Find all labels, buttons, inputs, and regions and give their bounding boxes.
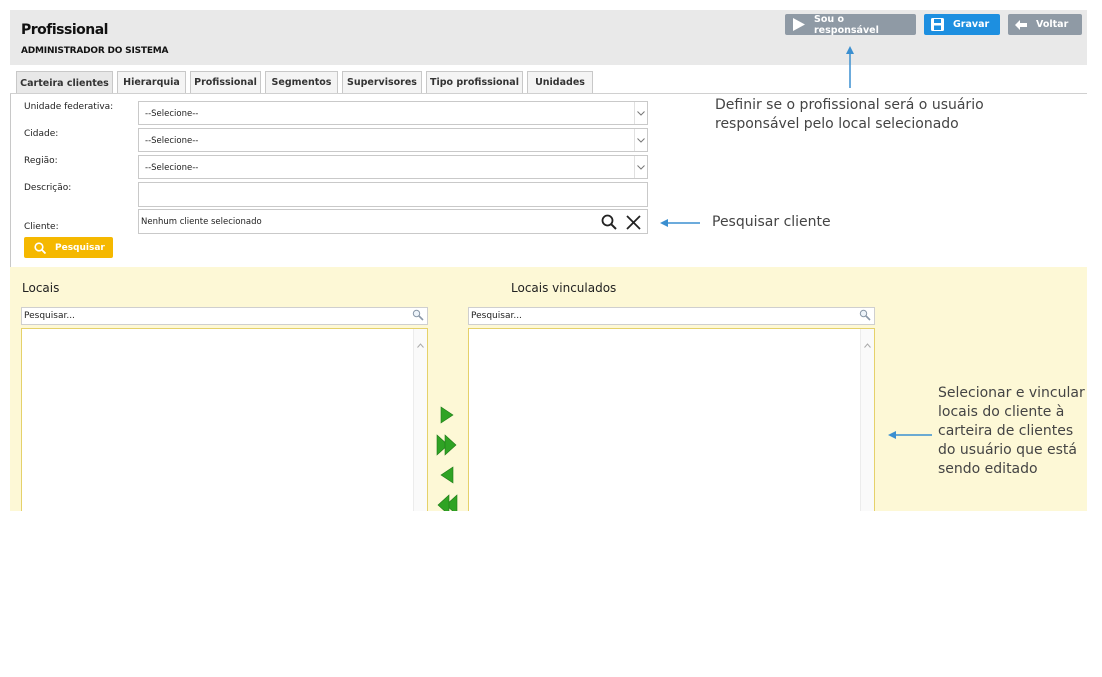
locais-vinculados-search-placeholder: Pesquisar... [471, 311, 522, 321]
move-all-left-icon[interactable] [435, 493, 459, 511]
annotation-pesquisar-cliente: Pesquisar cliente [712, 214, 831, 230]
scroll-up-icon[interactable] [417, 333, 424, 352]
scroll-up-icon[interactable] [864, 333, 871, 352]
locais-title: Locais [22, 281, 60, 295]
search-icon [34, 241, 46, 254]
page-subtitle: ADMINISTRADOR DO SISTEMA [21, 46, 169, 56]
move-right-icon[interactable] [435, 403, 459, 427]
annotation-vincular-line: locais do cliente à [938, 404, 1065, 420]
annotation-responsavel: Definir se o profissional será o usuário… [715, 96, 984, 134]
gravar-label: Gravar [953, 19, 990, 30]
locais-vinculados-title: Locais vinculados [511, 281, 617, 295]
annotation-responsavel-line: Definir se o profissional será o usuário [715, 97, 984, 113]
descricao-input[interactable] [138, 182, 648, 207]
locais-panel: Locais Locais vinculados Pesquisar... Pe… [10, 267, 1087, 511]
tab-bar: Carteira clientes Hierarquia Profissiona… [16, 71, 597, 94]
search-icon [412, 309, 424, 324]
annotation-vincular-line: sendo editado [938, 461, 1038, 477]
cliente-label: Cliente: [24, 222, 59, 232]
annotation-arrow-icon [846, 46, 854, 88]
move-left-icon[interactable] [435, 463, 459, 487]
move-all-right-icon[interactable] [435, 433, 459, 457]
regiao-label: Região: [24, 156, 58, 166]
locais-scrollbar[interactable] [413, 329, 427, 511]
tab-hierarquia[interactable]: Hierarquia [117, 71, 186, 93]
annotation-vincular-line: do usuário que está [938, 442, 1077, 458]
voltar-label: Voltar [1036, 19, 1069, 30]
uf-select[interactable]: --Selecione-- [138, 101, 648, 125]
tab-segmentos[interactable]: Segmentos [265, 71, 338, 93]
tab-tipo-profissional[interactable]: Tipo profissional [426, 71, 523, 93]
tab-carteira-clientes[interactable]: Carteira clientes [16, 71, 113, 94]
page-header: Profissional ADMINISTRADOR DO SISTEMA So… [10, 10, 1087, 65]
search-icon[interactable] [599, 212, 619, 232]
annotation-responsavel-line: responsável pelo local selecionado [715, 116, 959, 132]
chevron-down-icon [634, 102, 647, 124]
cliente-value: Nenhum cliente selecionado [141, 217, 262, 227]
locais-search-input[interactable]: Pesquisar... [21, 307, 428, 325]
regiao-select-value: --Selecione-- [145, 163, 199, 173]
annotation-vincular-line: Selecionar e vincular [938, 385, 1085, 401]
play-icon [792, 18, 805, 31]
tab-unidades[interactable]: Unidades [527, 71, 593, 93]
locais-vinculados-scrollbar[interactable] [860, 329, 874, 511]
chevron-down-icon [634, 129, 647, 151]
uf-label: Unidade federativa: [24, 102, 114, 112]
annotation-arrow-icon [660, 219, 700, 227]
search-icon [859, 309, 871, 324]
annotation-vincular: Selecionar e vincular locais do cliente … [938, 384, 1085, 479]
save-icon [931, 18, 944, 31]
pesquisar-label: Pesquisar [55, 242, 105, 253]
descricao-label: Descrição: [24, 183, 72, 193]
voltar-button[interactable]: Voltar [1008, 14, 1082, 35]
locais-vinculados-list[interactable] [468, 328, 875, 511]
locais-vinculados-search-input[interactable]: Pesquisar... [468, 307, 875, 325]
uf-select-value: --Selecione-- [145, 109, 199, 119]
sou-responsavel-label: Sou o responsável [814, 13, 879, 36]
regiao-select[interactable]: --Selecione-- [138, 155, 648, 179]
pesquisar-button[interactable]: Pesquisar [24, 237, 113, 258]
locais-list[interactable] [21, 328, 428, 511]
annotation-vincular-line: carteira de clientes [938, 423, 1074, 439]
cliente-field[interactable]: Nenhum cliente selecionado [138, 209, 648, 234]
cidade-select[interactable]: --Selecione-- [138, 128, 648, 152]
app-window: Profissional ADMINISTRADOR DO SISTEMA So… [10, 10, 1087, 511]
cidade-select-value: --Selecione-- [145, 136, 199, 146]
tab-profissional[interactable]: Profissional [190, 71, 261, 93]
locais-search-placeholder: Pesquisar... [24, 311, 75, 321]
annotation-arrow-icon [888, 431, 932, 439]
sou-responsavel-button[interactable]: Sou o responsável [785, 13, 916, 36]
cidade-label: Cidade: [24, 129, 59, 139]
page-title: Profissional [21, 22, 108, 38]
gravar-button[interactable]: Gravar [924, 14, 1000, 35]
tab-divider [10, 93, 1087, 94]
close-icon[interactable] [623, 212, 643, 232]
tab-supervisores[interactable]: Supervisores [342, 71, 422, 93]
chevron-down-icon [634, 156, 647, 178]
arrow-left-icon [1015, 19, 1027, 30]
